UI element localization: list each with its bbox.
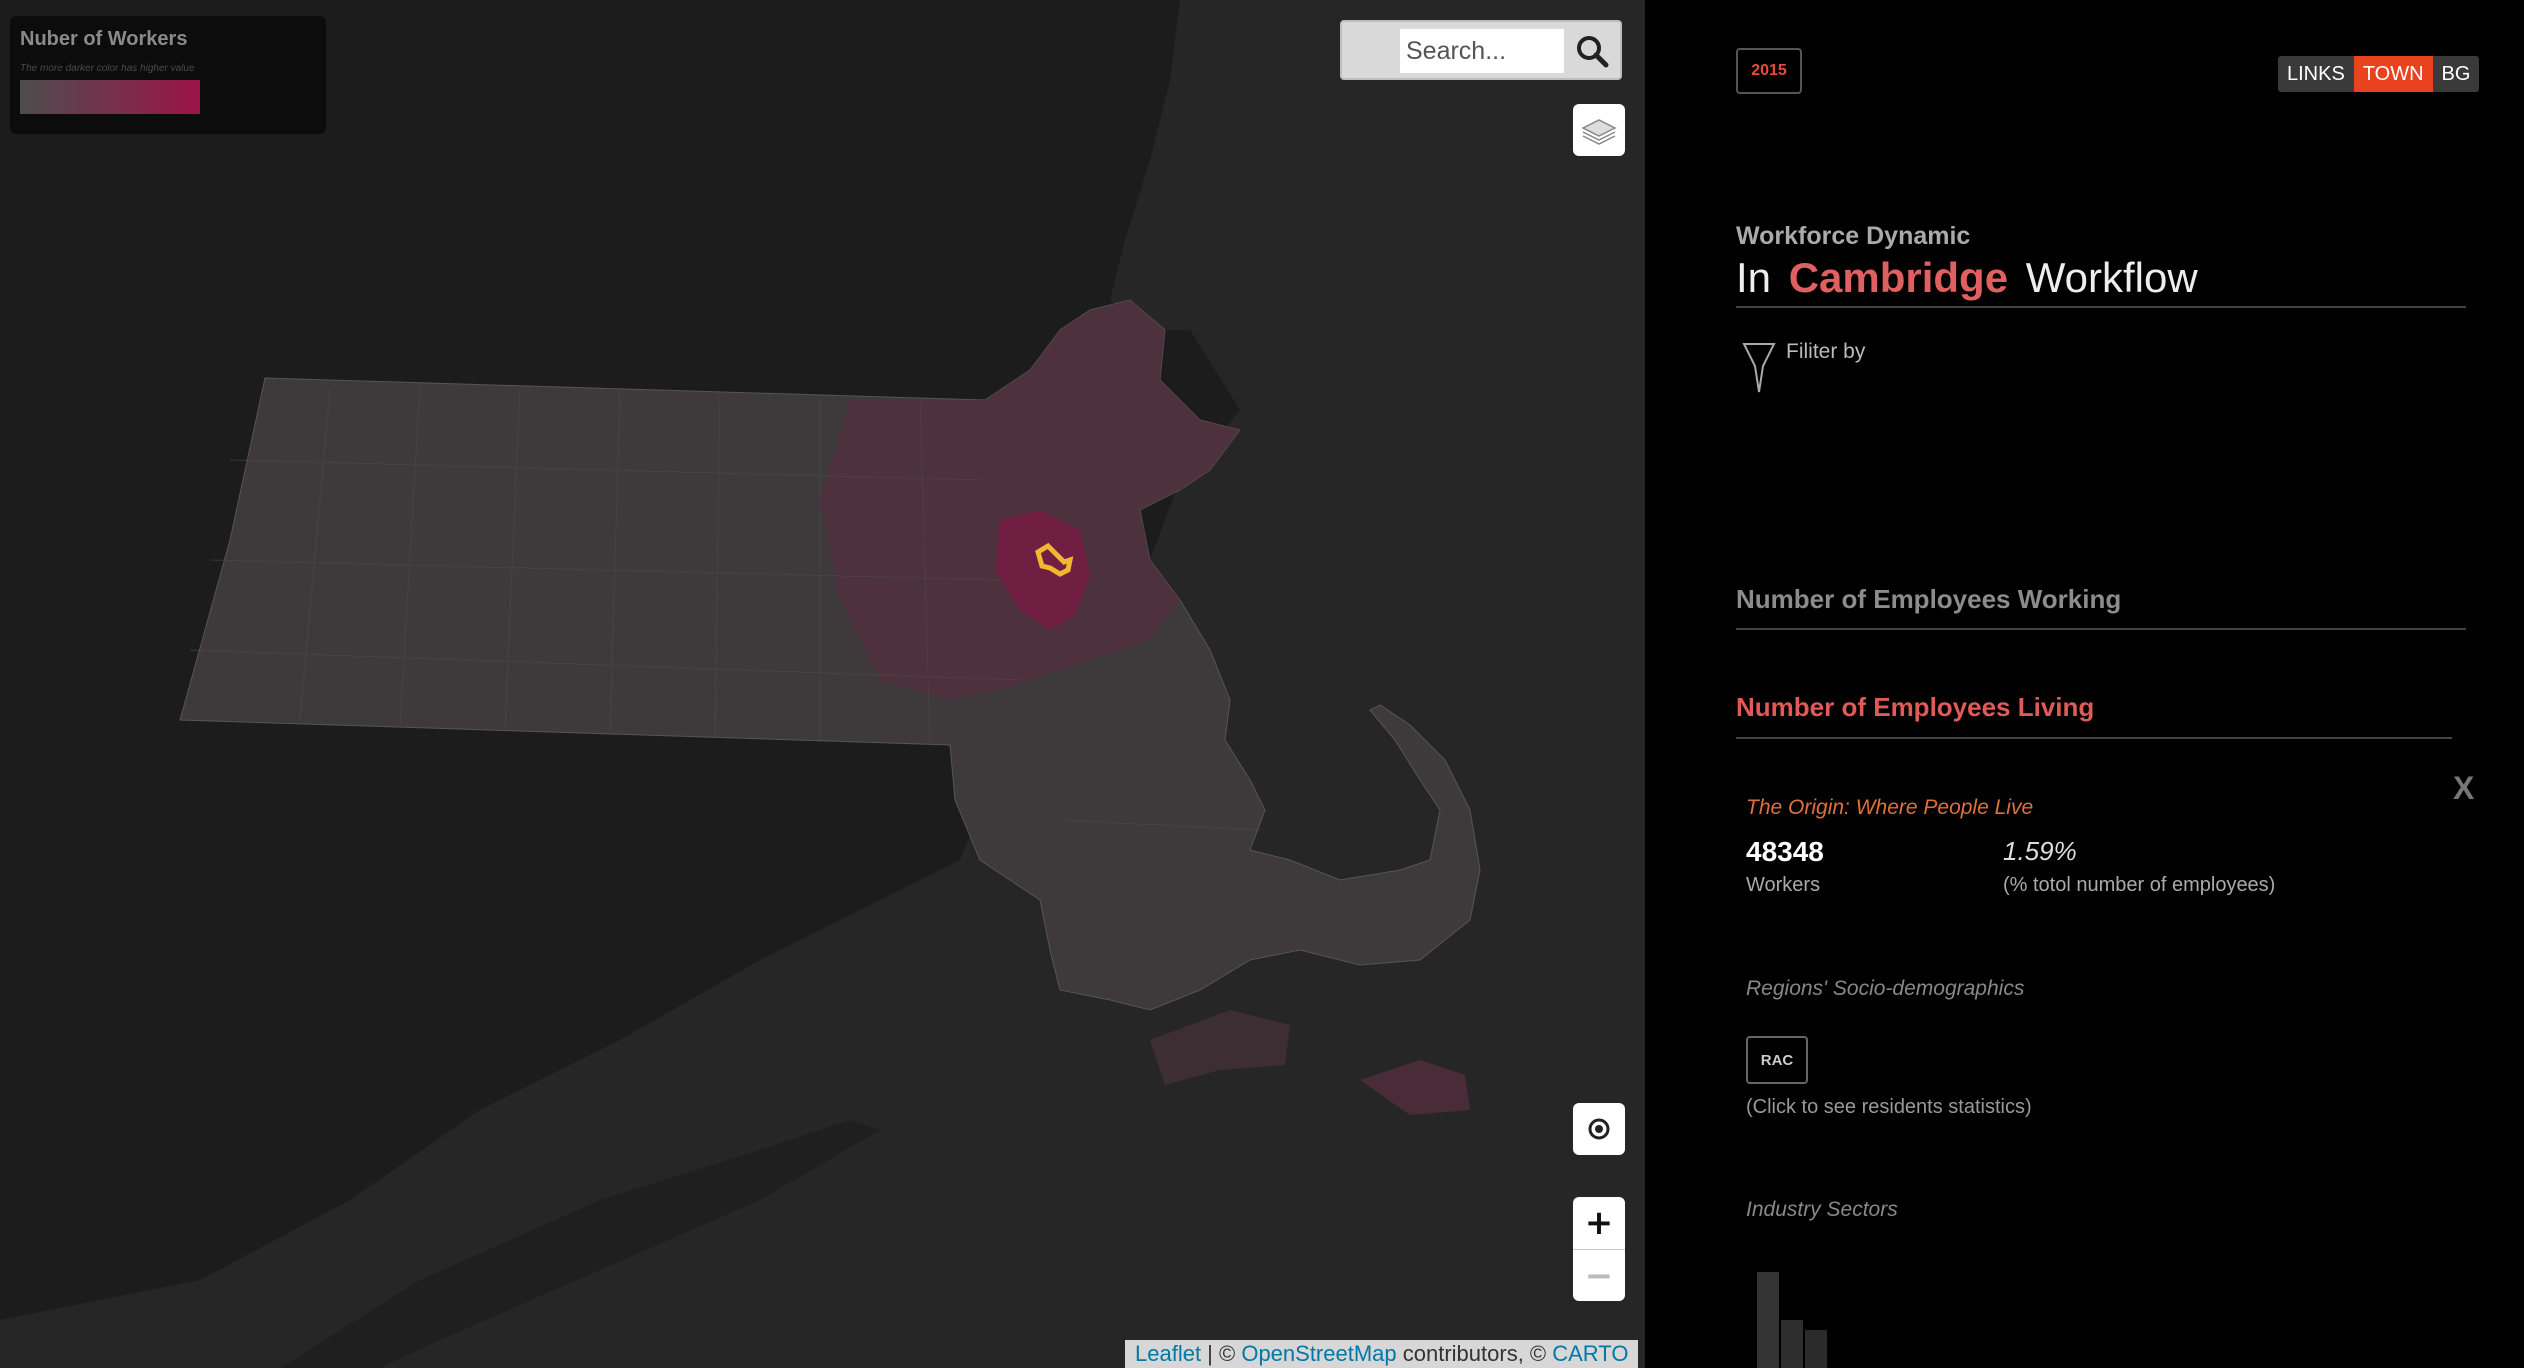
mode-links-button[interactable]: LINKS	[2278, 56, 2354, 92]
page-title: In Cambridge Workflow	[1736, 254, 2198, 302]
section-employees-living[interactable]: Number of Employees Living	[1736, 692, 2094, 723]
mode-town-button[interactable]: TOWN	[2353, 56, 2433, 92]
industry-sectors-title: Industry Sectors	[1746, 1198, 1898, 1221]
attribution-separator: | ©	[1201, 1341, 1242, 1366]
rac-hint: (Click to see residents statistics)	[1746, 1096, 2032, 1118]
legend-description: The more darker color has higher value	[20, 63, 195, 74]
leaflet-link[interactable]: Leaflet	[1135, 1341, 1201, 1367]
workers-label: Workers	[1746, 874, 1821, 896]
search-box	[1340, 20, 1622, 80]
section-employees-working[interactable]: Number of Employees Working	[1736, 584, 2121, 615]
percent-label: (% totol number of employees)	[2003, 874, 2276, 896]
workforce-label: Workforce Dynamic	[1736, 222, 1971, 250]
zoom-control: + −	[1573, 1197, 1625, 1301]
map-view[interactable]: Nuber of Workers The more darker color h…	[0, 0, 1645, 1368]
locate-icon	[1588, 1118, 1610, 1140]
search-button[interactable]	[1570, 29, 1614, 73]
app-root: Nuber of Workers The more darker color h…	[0, 0, 2524, 1368]
title-suffix: Workflow	[2025, 254, 2198, 301]
workers-percent: 1.59%	[2003, 836, 2077, 866]
mode-toggle: LINKS TOWN BG	[2278, 56, 2480, 92]
attribution-contributors: contributors, ©	[1396, 1341, 1553, 1366]
filter-label: Filiter by	[1786, 340, 1866, 363]
carto-link[interactable]: CARTO	[1552, 1341, 1628, 1367]
socio-demographics-title: Regions' Socio-demographics	[1746, 977, 2025, 1000]
industry-bar[interactable]	[1805, 1330, 1827, 1368]
marthas-vineyard	[1150, 1010, 1290, 1085]
funnel-icon	[1742, 343, 1776, 393]
side-panel: 2015 LINKS TOWN BG Workforce Dynamic In …	[1645, 0, 2524, 1368]
nantucket	[1360, 1060, 1470, 1115]
working-divider	[1736, 628, 2466, 630]
filter-control[interactable]: Filiter by	[1742, 340, 1865, 394]
legend-color-ramp	[20, 80, 200, 114]
origin-title: The Origin: Where People Live	[1746, 796, 2034, 819]
layers-button[interactable]	[1573, 104, 1625, 156]
selected-city: Cambridge	[1788, 254, 2009, 301]
search-icon	[1577, 36, 1609, 68]
living-divider	[1736, 737, 2452, 739]
title-prefix: In	[1736, 254, 1772, 301]
industry-sectors-chart	[1757, 1272, 1827, 1368]
close-button[interactable]: X	[2453, 770, 2474, 807]
title-divider	[1736, 306, 2466, 308]
zoom-out-button[interactable]: −	[1573, 1249, 1625, 1301]
map-canvas[interactable]	[0, 0, 1645, 1368]
locate-button[interactable]	[1573, 1103, 1625, 1155]
map-attribution: Leaflet | © OpenStreetMap contributors, …	[1125, 1340, 1639, 1368]
legend-title: Nuber of Workers	[20, 28, 188, 50]
map-legend: Nuber of Workers The more darker color h…	[10, 16, 326, 134]
osm-link[interactable]: OpenStreetMap	[1241, 1341, 1396, 1367]
industry-bar[interactable]	[1781, 1320, 1803, 1368]
year-selector-button[interactable]: 2015	[1736, 48, 1802, 94]
search-input[interactable]	[1400, 29, 1564, 73]
zoom-in-button[interactable]: +	[1573, 1197, 1625, 1249]
layers-icon	[1581, 119, 1617, 145]
mode-bg-button[interactable]: BG	[2433, 56, 2480, 92]
workers-count: 48348	[1746, 836, 1824, 867]
industry-bar[interactable]	[1757, 1272, 1779, 1368]
rac-button[interactable]: RAC	[1746, 1036, 1808, 1084]
